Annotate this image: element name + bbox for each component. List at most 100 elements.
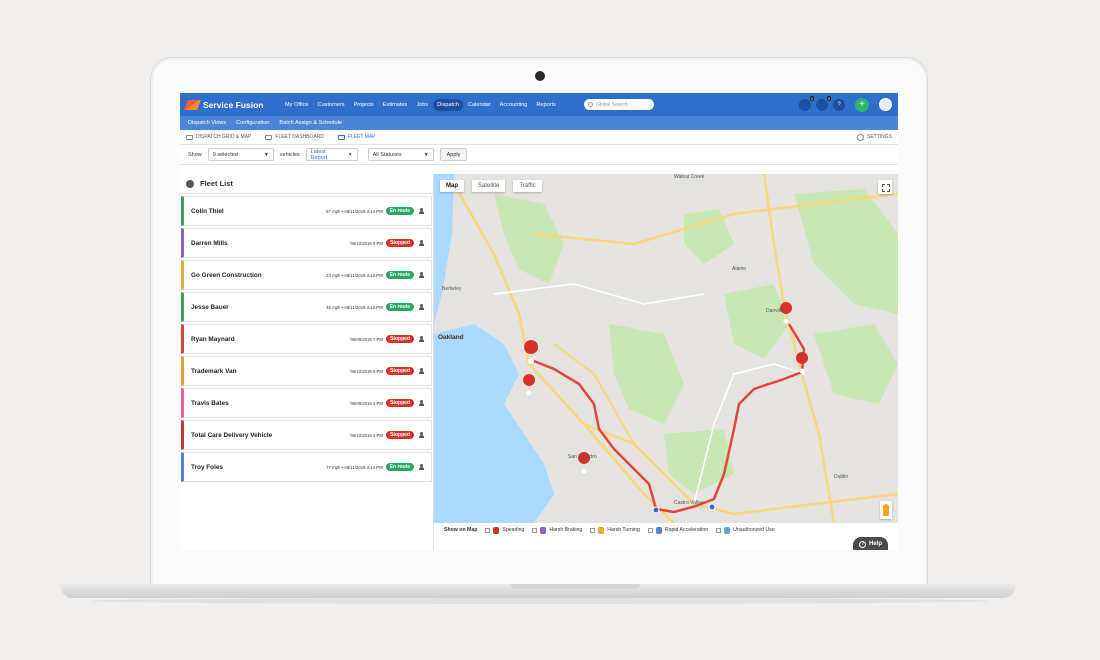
legend-checkbox[interactable] [716, 527, 722, 533]
vehicles-select[interactable]: 9 selected ▼ [207, 148, 274, 161]
app-logo[interactable]: Service Fusion [184, 99, 281, 110]
global-search-input[interactable]: Global Search [583, 99, 654, 110]
map-marker[interactable] [523, 374, 536, 400]
nav-estimates[interactable]: Estimates [379, 99, 412, 111]
bay-water [434, 324, 554, 523]
nav-jobs[interactable]: Jobs [412, 99, 432, 111]
vehicle-last-report: 45 mph • 08/11/2019 4:13 PM [326, 304, 383, 310]
report-select[interactable]: Latest Report ▼ [305, 148, 358, 161]
chevron-down-icon: ▼ [263, 151, 269, 158]
fleet-list-header: Fleet List [180, 174, 433, 194]
vehicle-name: Darren Mills [191, 239, 228, 247]
legend-item[interactable]: Unauthorized Use [716, 526, 775, 534]
settings-label: SETTINGS [866, 134, 892, 140]
status-badge: Stopped [386, 399, 414, 407]
fullscreen-icon[interactable] [878, 180, 892, 194]
map-icon [337, 134, 345, 140]
map-legend: Show on Map Speeding Harsh Braking Harsh T… [434, 523, 898, 537]
map-tab-traffic[interactable]: Traffic [513, 180, 542, 192]
bay-water-north [434, 174, 454, 324]
user-avatar[interactable] [879, 98, 892, 111]
header-actions: 0 0 ? + [799, 95, 892, 112]
assign-user-icon[interactable] [419, 432, 425, 438]
assign-user-icon[interactable] [419, 208, 425, 214]
vehicle-name: Total Care Delivery Vehicle [191, 431, 273, 439]
filter-bar: Show 9 selected ▼ vehicles Latest Report… [180, 145, 898, 165]
legend-checkbox[interactable] [532, 527, 538, 533]
fleet-item[interactable]: Travis Bates 08/09/2019 4 PM Stopped [181, 388, 432, 418]
status-badge: En route [385, 303, 414, 311]
status-select[interactable]: All Statuses ▼ [367, 148, 434, 161]
fleet-item[interactable]: Go Green Construction 23 mph • 08/11/2019… [181, 260, 432, 290]
nav-dispatch[interactable]: Dispatch [433, 98, 463, 111]
map-tab-map[interactable]: Map [440, 180, 464, 192]
park-area [609, 324, 684, 424]
assign-user-icon[interactable] [419, 464, 425, 470]
help-label: Help [868, 541, 882, 547]
fleet-item[interactable]: Jesse Bauer 45 mph • 08/11/2019 4:13 PM En… [181, 292, 432, 322]
chat-icon[interactable]: 0 [799, 95, 814, 111]
assign-user-icon[interactable] [419, 336, 425, 342]
view-tabs: DISPATCH GRID & MAP FLEET DASHBOARD FLEE… [180, 130, 898, 145]
assign-user-icon[interactable] [419, 400, 425, 406]
tab-dispatch-grid[interactable]: DISPATCH GRID & MAP [186, 134, 251, 140]
tab-fleet-dashboard[interactable]: FLEET DASHBOARD [265, 134, 324, 140]
help-icon[interactable]: ? [833, 98, 845, 111]
map-tab-satellite[interactable]: Satellite [472, 180, 506, 192]
vehicle-name: Colin Thiel [191, 207, 224, 215]
assign-user-icon[interactable] [419, 368, 425, 374]
map-marker[interactable] [708, 503, 716, 511]
assign-user-icon[interactable] [419, 304, 425, 310]
fleet-items: Colin Thiel 67 mph • 08/11/2019 4:14 PM En… [180, 196, 433, 482]
settings-button[interactable]: SETTINGS [856, 133, 892, 141]
map-label-alamo: Alamo [732, 266, 747, 272]
nav-accounting[interactable]: Accounting [496, 99, 532, 111]
assign-user-icon[interactable] [419, 240, 425, 246]
apply-button[interactable]: Apply [439, 148, 468, 161]
fleet-map[interactable]: Berkeley Oakland San Leandro Danville Wa… [434, 174, 898, 523]
event-marker-icon [598, 526, 605, 534]
chevron-down-icon: ▼ [423, 151, 429, 158]
nav-calendar[interactable]: Calendar [464, 99, 495, 111]
map-label-dublin: Dublin [834, 474, 849, 480]
fleet-item[interactable]: Total Care Delivery Vehicle 08/10/2019 4 … [181, 420, 432, 450]
vehicle-last-report: 77 mph • 08/11/2019 4:14 PM [326, 464, 383, 470]
legend-label: Speeding [502, 527, 525, 533]
fleet-item[interactable]: Colin Thiel 67 mph • 08/11/2019 4:14 PM En… [181, 196, 432, 226]
help-button[interactable]: ? Help [852, 537, 888, 550]
add-button[interactable]: + [855, 97, 869, 112]
legend-checkbox[interactable] [647, 527, 653, 533]
event-marker-icon [655, 526, 662, 534]
fleet-item[interactable]: Troy Foles 77 mph • 08/11/2019 4:14 PM En … [181, 452, 432, 482]
nav-reports[interactable]: Reports [532, 99, 560, 111]
nav-my-office[interactable]: My Office [281, 99, 313, 111]
street-view-pegman-icon[interactable] [880, 501, 892, 519]
map-marker[interactable] [652, 506, 660, 514]
app-name: Service Fusion [203, 99, 264, 110]
legend-item[interactable]: Harsh Turning [590, 526, 640, 534]
legend-item[interactable]: Harsh Braking [532, 526, 582, 534]
status-badge: En route [385, 463, 414, 471]
legend-checkbox[interactable] [590, 527, 596, 533]
assign-user-icon[interactable] [419, 272, 425, 278]
legend-item[interactable]: Speeding [485, 526, 525, 534]
nav-customers[interactable]: Customers [314, 99, 349, 111]
park-area [494, 194, 564, 284]
legend-checkbox[interactable] [485, 527, 491, 533]
subnav-batch-assign[interactable]: Batch Assign & Schedule [279, 120, 342, 126]
subnav-configuration[interactable]: Configuration [236, 120, 269, 126]
legend-item[interactable]: Rapid Acceleration [647, 526, 708, 534]
fleet-item[interactable]: Ryan Maynard 08/09/2019 7 PM Stopped [181, 324, 432, 354]
tasks-icon[interactable]: 0 [816, 95, 831, 111]
map-label-berkeley: Berkeley [442, 286, 462, 292]
truck-icon [186, 179, 194, 188]
tab-fleet-map[interactable]: FLEET MAP [337, 134, 376, 140]
nav-projects[interactable]: Projects [350, 99, 378, 111]
show-label: Show [188, 151, 202, 158]
subnav-dispatch-views[interactable]: Dispatch Views [188, 120, 226, 126]
status-badge: Stopped [386, 431, 414, 439]
fleet-item[interactable]: Trademark Van 08/10/2019 6 PM Stopped [181, 356, 432, 386]
dispatch-subnav: Dispatch Views Configuration Batch Assig… [180, 116, 898, 130]
vehicle-last-report: 08/09/2019 4 PM [350, 400, 383, 406]
fleet-item[interactable]: Darren Mills 08/10/2019 8 PM Stopped [181, 228, 432, 258]
